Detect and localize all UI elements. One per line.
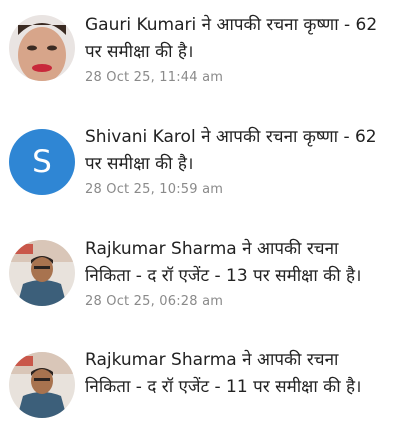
user-name[interactable]: Rajkumar Sharma	[85, 239, 237, 259]
message-line: निकिता - द रॉ एजेंट - 13 पर समीक्षा की ह…	[85, 266, 362, 286]
message-part: ने आपकी रचना कृष्णा - 62	[195, 127, 377, 147]
avatar[interactable]: S	[9, 129, 75, 195]
notification-text: Gauri Kumari ने आपकी रचना कृष्णा - 62 पर…	[85, 12, 394, 66]
message-part: ने आपकी रचना	[236, 350, 339, 370]
notification-item[interactable]: Gauri Kumari ने आपकी रचना कृष्णा - 62 पर…	[0, 0, 400, 112]
avatar-letter: S	[32, 144, 52, 180]
avatar[interactable]	[9, 15, 75, 81]
notification-text: Rajkumar Sharma ने आपकी रचना निकिता - द …	[85, 347, 394, 401]
notification-item[interactable]: Rajkumar Sharma ने आपकी रचना निकिता - द …	[0, 224, 400, 336]
message-part: ने आपकी रचना कृष्णा - 62	[196, 15, 378, 35]
notification-item[interactable]: Rajkumar Sharma ने आपकी रचना निकिता - द …	[0, 336, 400, 448]
message-part: ने आपकी रचना	[236, 239, 339, 259]
avatar[interactable]	[9, 352, 75, 418]
notification-text: Shivani Karol ने आपकी रचना कृष्णा - 62 प…	[85, 124, 394, 178]
message-line: पर समीक्षा की है।	[85, 42, 194, 62]
notification-list: Gauri Kumari ने आपकी रचना कृष्णा - 62 पर…	[0, 0, 400, 418]
message-line: निकिता - द रॉ एजेंट - 11 पर समीक्षा की ह…	[85, 377, 362, 397]
avatar[interactable]	[9, 240, 75, 306]
message-line: पर समीक्षा की है।	[85, 154, 194, 174]
user-name[interactable]: Shivani Karol	[85, 127, 196, 147]
timestamp: 28 Oct 25, 06:28 am	[85, 294, 224, 309]
notification-text: Rajkumar Sharma ने आपकी रचना निकिता - द …	[85, 236, 394, 290]
timestamp: 28 Oct 25, 11:44 am	[85, 70, 224, 85]
user-name[interactable]: Gauri Kumari	[85, 15, 196, 35]
user-name[interactable]: Rajkumar Sharma	[85, 350, 237, 370]
notification-item[interactable]: S Shivani Karol ने आपकी रचना कृष्णा - 62…	[0, 112, 400, 224]
timestamp: 28 Oct 25, 10:59 am	[85, 182, 224, 197]
